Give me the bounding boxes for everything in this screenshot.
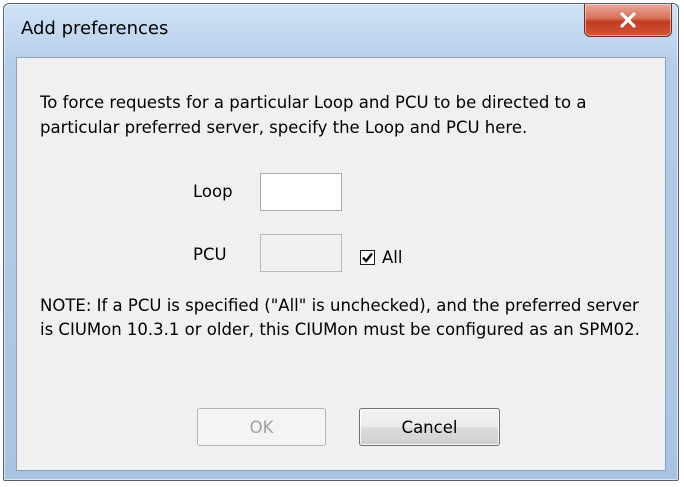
dialog-window: Add preferences To force requests for a … — [3, 3, 679, 481]
close-icon — [620, 12, 636, 28]
pcu-input[interactable] — [260, 234, 342, 272]
all-checkbox[interactable] — [360, 250, 375, 265]
dialog-client-area: To force requests for a particular Loop … — [16, 57, 666, 471]
dialog-title: Add preferences — [21, 18, 169, 39]
instructions-text: To force requests for a particular Loop … — [40, 93, 587, 137]
pcu-label: PCU — [193, 245, 227, 264]
loop-label: Loop — [193, 182, 233, 201]
ok-button[interactable]: OK — [197, 408, 326, 446]
loop-input[interactable] — [260, 173, 342, 211]
all-checkbox-label: All — [382, 248, 403, 267]
checkmark-icon — [362, 252, 373, 263]
note-text: NOTE: If a PCU is specified ("All" is un… — [40, 296, 640, 339]
close-button[interactable] — [584, 4, 672, 37]
all-checkbox-group[interactable]: All — [360, 248, 402, 267]
cancel-button[interactable]: Cancel — [359, 408, 500, 446]
